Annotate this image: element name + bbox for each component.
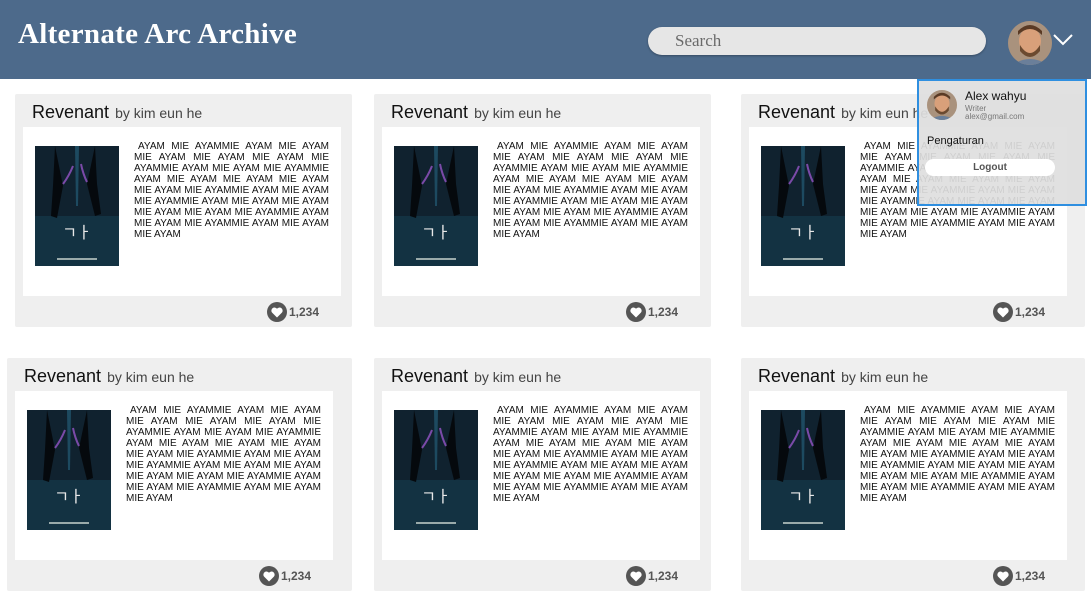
book-cover-image[interactable] <box>35 146 119 266</box>
like-count: 1,234 <box>648 305 679 319</box>
like-button[interactable]: 1,234 <box>626 566 678 586</box>
heart-icon <box>993 566 1013 586</box>
story-card[interactable]: Revenant by kim eun he AYAM MIE AYAMMIE A… <box>7 358 352 591</box>
book-cover-image[interactable] <box>27 410 111 530</box>
chevron-down-icon[interactable] <box>1052 33 1074 52</box>
card-body: AYAM MIE AYAMMIE AYAM MIE AYAM MIE AYAM … <box>382 391 700 560</box>
book-cover-image[interactable] <box>394 410 478 530</box>
like-count: 1,234 <box>289 305 320 319</box>
logout-button[interactable]: Logout <box>925 159 1055 176</box>
card-body: AYAM MIE AYAMMIE AYAM MIE AYAM MIE AYAM … <box>749 391 1067 560</box>
like-count: 1,234 <box>1015 305 1046 319</box>
like-count: 1,234 <box>648 569 679 583</box>
card-body: AYAM MIE AYAMMIE AYAM MIE AYAM MIE AYAM … <box>23 127 341 296</box>
card-body: AYAM MIE AYAMMIE AYAM MIE AYAM MIE AYAM … <box>15 391 333 560</box>
story-card[interactable]: Revenant by kim eun he AYAM MIE AYAMMIE A… <box>374 94 711 327</box>
card-description: AYAM MIE AYAMMIE AYAM MIE AYAM MIE AYAM … <box>860 405 1055 504</box>
story-card[interactable]: Revenant by kim eun he AYAM MIE AYAMMIE A… <box>15 94 352 327</box>
settings-menu-item[interactable]: Pengaturan <box>927 135 984 147</box>
user-avatar-button[interactable] <box>1008 21 1052 65</box>
heart-icon <box>626 302 646 322</box>
story-card[interactable]: Revenant by kim eun he AYAM MIE AYAMMIE A… <box>741 358 1085 591</box>
card-description: AYAM MIE AYAMMIE AYAM MIE AYAM MIE AYAM … <box>134 141 329 240</box>
card-title-row: Revenant by kim eun he <box>391 102 561 123</box>
card-author: by kim eun he <box>107 369 195 385</box>
avatar <box>927 90 957 120</box>
card-author: by kim eun he <box>115 105 203 121</box>
card-title[interactable]: Revenant <box>758 366 835 386</box>
card-title[interactable]: Revenant <box>758 102 835 122</box>
like-button[interactable]: 1,234 <box>267 302 319 322</box>
card-title[interactable]: Revenant <box>391 102 468 122</box>
card-title[interactable]: Revenant <box>32 102 109 122</box>
like-button[interactable]: 1,234 <box>993 566 1045 586</box>
heart-icon <box>626 566 646 586</box>
top-header: Alternate Arc Archive <box>0 0 1091 79</box>
book-cover-image[interactable] <box>761 146 845 266</box>
card-title[interactable]: Revenant <box>24 366 101 386</box>
card-author: by kim eun he <box>474 369 562 385</box>
card-description: AYAM MIE AYAMMIE AYAM MIE AYAM MIE AYAM … <box>493 405 688 504</box>
card-author: by kim eun he <box>474 105 562 121</box>
avatar-photo <box>1008 21 1052 65</box>
user-email: alex@gmail.com <box>965 112 1025 121</box>
card-title[interactable]: Revenant <box>391 366 468 386</box>
story-card[interactable]: Revenant by kim eun he AYAM MIE AYAMMIE A… <box>374 358 711 591</box>
like-count: 1,234 <box>1015 569 1046 583</box>
like-button[interactable]: 1,234 <box>993 302 1045 322</box>
like-button[interactable]: 1,234 <box>626 302 678 322</box>
like-count: 1,234 <box>281 569 312 583</box>
site-title[interactable]: Alternate Arc Archive <box>18 18 297 51</box>
card-title-row: Revenant by kim eun he <box>758 366 928 387</box>
user-dropdown-menu: Alex wahyu Writer alex@gmail.com Pengatu… <box>917 79 1087 206</box>
book-cover-image[interactable] <box>761 410 845 530</box>
user-name: Alex wahyu <box>965 89 1027 103</box>
card-author: by kim eun he <box>841 105 929 121</box>
heart-icon <box>259 566 279 586</box>
card-title-row: Revenant by kim eun he <box>24 366 194 387</box>
card-body: AYAM MIE AYAMMIE AYAM MIE AYAM MIE AYAM … <box>382 127 700 296</box>
card-title-row: Revenant by kim eun he <box>32 102 202 123</box>
heart-icon <box>267 302 287 322</box>
card-title-row: Revenant by kim eun he <box>391 366 561 387</box>
search-input[interactable] <box>648 27 986 55</box>
like-button[interactable]: 1,234 <box>259 566 311 586</box>
heart-icon <box>993 302 1013 322</box>
card-description: AYAM MIE AYAMMIE AYAM MIE AYAM MIE AYAM … <box>493 141 688 240</box>
book-cover-image[interactable] <box>394 146 478 266</box>
card-title-row: Revenant by kim eun he <box>758 102 928 123</box>
card-author: by kim eun he <box>841 369 929 385</box>
card-description: AYAM MIE AYAMMIE AYAM MIE AYAM MIE AYAM … <box>126 405 321 504</box>
